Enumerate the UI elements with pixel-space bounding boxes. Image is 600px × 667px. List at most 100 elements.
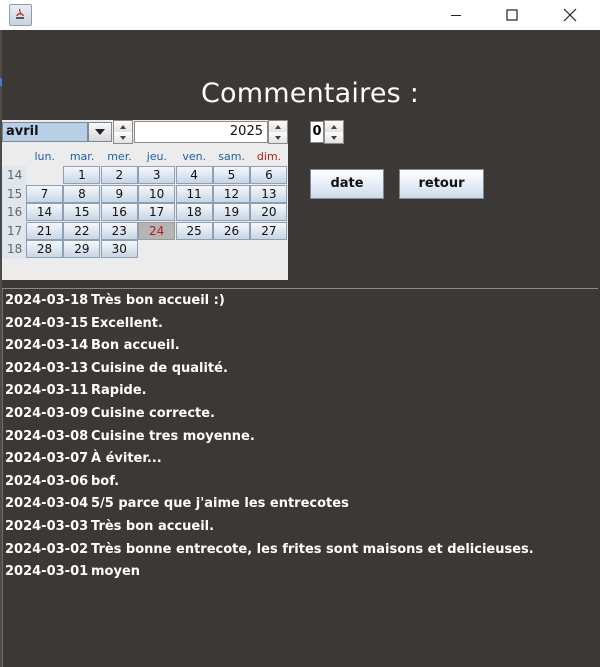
caret-down-icon xyxy=(120,135,126,140)
date-button[interactable]: date xyxy=(310,169,384,199)
number-spinner[interactable] xyxy=(324,120,344,144)
day-cell[interactable]: 4 xyxy=(175,166,213,184)
number-down-button[interactable] xyxy=(325,132,343,143)
weekday-headers: lun. mar. mer. jeu. ven. sam. dim. xyxy=(26,150,288,164)
list-item[interactable]: 2024-03-06 bof. xyxy=(5,474,119,489)
day-cell[interactable]: 16 xyxy=(100,203,138,222)
weekday-label-sunday: dim. xyxy=(256,150,282,163)
caret-up-icon xyxy=(331,124,337,129)
comment-text: 5/5 parce que j'aime les entrecotes xyxy=(91,496,349,512)
list-item[interactable]: 2024-03-07 À éviter... xyxy=(5,451,162,466)
month-label: avril xyxy=(6,124,39,139)
day-cell[interactable]: 27 xyxy=(250,221,288,240)
day-cell[interactable]: 10 xyxy=(138,184,176,203)
weekday-label: mar. xyxy=(69,150,95,163)
day-cell-selected[interactable]: 24 xyxy=(138,221,176,240)
comment-text: Très bonne entrecote, les frites sont ma… xyxy=(91,541,534,557)
title-bar xyxy=(0,0,600,30)
comment-text: Très bon accueil :) xyxy=(91,293,225,308)
list-item[interactable]: 2024-03-11 Rapide. xyxy=(5,383,147,398)
year-spinner[interactable] xyxy=(268,120,288,144)
caret-up-icon xyxy=(275,124,281,129)
list-item[interactable]: 2024-03-15 Excellent. xyxy=(5,316,163,331)
day-cell[interactable]: 28 xyxy=(26,240,63,259)
week-numbers: 14 15 16 17 18 xyxy=(2,166,26,259)
list-item[interactable]: 2024-03-03 Très bon accueil. xyxy=(5,519,214,534)
day-cell[interactable]: 7 xyxy=(26,184,63,203)
day-cell[interactable]: 15 xyxy=(63,203,101,222)
comment-text: moyen xyxy=(91,564,141,580)
retour-button[interactable]: retour xyxy=(399,169,484,199)
comment-text: bof. xyxy=(91,473,120,489)
day-cell[interactable]: 22 xyxy=(63,221,101,240)
day-cell[interactable]: 14 xyxy=(26,203,63,222)
day-cell[interactable]: 17 xyxy=(138,203,176,222)
day-cell[interactable]: 19 xyxy=(213,203,250,222)
weekday-label: mer. xyxy=(107,150,132,163)
minimize-button[interactable] xyxy=(428,0,484,30)
list-item[interactable]: 2024-03-09 Cuisine correcte. xyxy=(5,406,215,421)
comment-date: 2024-03-01 xyxy=(5,564,89,580)
day-cell[interactable]: 3 xyxy=(138,166,176,184)
day-cell[interactable]: 12 xyxy=(213,184,250,203)
page-title: Commentaires : xyxy=(201,78,419,109)
comment-date: 2024-03-02 xyxy=(5,541,89,557)
comment-date: 2024-03-14 xyxy=(5,338,89,354)
weekday-label: jeu. xyxy=(146,150,168,163)
comment-text: Cuisine tres moyenne. xyxy=(91,428,255,444)
week-number: 18 xyxy=(2,240,26,259)
week-number: 16 xyxy=(2,203,26,222)
month-select[interactable]: avril xyxy=(2,122,88,142)
comments-list[interactable]: 2024-03-18 Très bon accueil :) 2024-03-15… xyxy=(2,288,598,667)
list-item[interactable]: 2024-03-14 Bon accueil. xyxy=(5,338,180,353)
list-item[interactable]: 2024-03-08 Cuisine tres moyenne. xyxy=(5,429,255,444)
day-cell[interactable]: 25 xyxy=(175,221,213,240)
day-cell[interactable]: 5 xyxy=(213,166,250,184)
month-spinner[interactable] xyxy=(113,120,133,144)
day-cell[interactable]: 9 xyxy=(100,184,138,203)
number-field[interactable]: 0 xyxy=(310,121,324,143)
day-cell[interactable]: 13 xyxy=(250,184,288,203)
maximize-button[interactable] xyxy=(484,0,540,30)
day-cell[interactable]: 6 xyxy=(250,166,288,184)
comment-date: 2024-03-11 xyxy=(5,383,89,399)
week-number: 14 xyxy=(2,166,26,185)
close-button[interactable] xyxy=(542,0,598,30)
day-cell[interactable]: 2 xyxy=(100,166,138,184)
comment-date: 2024-03-15 xyxy=(5,315,89,331)
year-down-button[interactable] xyxy=(269,132,287,143)
day-cell[interactable]: 1 xyxy=(63,166,101,184)
comment-date: 2024-03-09 xyxy=(5,406,89,421)
day-cell[interactable]: 8 xyxy=(63,184,101,203)
list-item[interactable]: 2024-03-18 Très bon accueil :) xyxy=(5,293,225,308)
day-cell[interactable]: 30 xyxy=(100,240,138,259)
day-cell[interactable]: 18 xyxy=(175,203,213,222)
comment-date: 2024-03-04 xyxy=(5,496,89,512)
day-cell[interactable]: 26 xyxy=(213,221,250,240)
year-field[interactable]: 2025 xyxy=(134,121,268,143)
month-down-button[interactable] xyxy=(114,132,132,143)
caret-up-icon xyxy=(120,124,126,129)
month-dropdown-button[interactable] xyxy=(88,122,112,142)
comment-date: 2024-03-03 xyxy=(5,519,89,534)
app-window: Commentaires : avril 2025 lun. mar. mer.… xyxy=(0,0,600,667)
comment-text: Rapide. xyxy=(91,383,147,399)
comment-date: 2024-03-18 xyxy=(5,293,89,308)
comment-text: Excellent. xyxy=(91,315,163,331)
day-cell[interactable]: 11 xyxy=(175,184,213,203)
list-item[interactable]: 2024-03-13 Cuisine de qualité. xyxy=(5,361,228,376)
day-cell[interactable]: 23 xyxy=(100,221,138,240)
comment-text: Cuisine de qualité. xyxy=(91,360,228,376)
caret-down-icon xyxy=(331,135,337,140)
day-cell[interactable]: 20 xyxy=(250,203,288,222)
weekday-label: lun. xyxy=(34,150,55,163)
comment-text: Très bon accueil. xyxy=(91,519,215,534)
list-item[interactable]: 2024-03-04 5/5 parce que j'aime les entre… xyxy=(5,496,349,511)
list-item[interactable]: 2024-03-02 Très bonne entrecote, les frit… xyxy=(5,542,534,557)
list-item[interactable]: 2024-03-01 moyen xyxy=(5,564,140,579)
java-app-icon xyxy=(9,4,32,26)
chevron-down-icon xyxy=(95,129,105,135)
maximize-icon xyxy=(506,9,518,21)
day-cell[interactable]: 29 xyxy=(63,240,101,259)
day-cell[interactable]: 21 xyxy=(26,221,63,240)
